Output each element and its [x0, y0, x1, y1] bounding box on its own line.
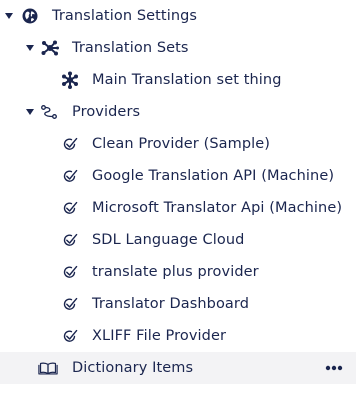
book-icon — [38, 352, 58, 384]
check-icon — [60, 192, 80, 224]
tree-item-translation-settings[interactable]: Translation Settings — [0, 0, 356, 32]
tree-item-main-translation-set[interactable]: Main Translation set thing — [0, 64, 356, 96]
tree-item-provider[interactable]: Translator Dashboard — [0, 288, 356, 320]
tree-item-provider[interactable]: Clean Provider (Sample) — [0, 128, 356, 160]
tree-item-provider[interactable]: Google Translation API (Machine) — [0, 160, 356, 192]
tree-item-providers[interactable]: Providers — [0, 96, 356, 128]
check-icon — [60, 224, 80, 256]
tree-item-label: Dictionary Items — [72, 360, 194, 376]
caret-down-icon[interactable] — [4, 0, 14, 32]
caret-down-icon[interactable] — [25, 96, 35, 128]
globe-icon — [20, 0, 40, 32]
tree-item-translation-sets[interactable]: Translation Sets — [0, 32, 356, 64]
tree-item-provider[interactable]: translate plus provider — [0, 256, 356, 288]
tree-item-provider[interactable]: SDL Language Cloud — [0, 224, 356, 256]
tree-item-label: Translator Dashboard — [92, 296, 250, 312]
translation-settings-tree: Translation Settings Translation Sets Ma… — [0, 0, 356, 399]
tree-item-provider[interactable]: XLIFF File Provider — [0, 320, 356, 352]
check-icon — [60, 128, 80, 160]
tree-item-label: Providers — [72, 104, 141, 120]
tree-item-provider[interactable]: Microsoft Translator Api (Machine) — [0, 192, 356, 224]
tree-item-label: Microsoft Translator Api (Machine) — [92, 200, 343, 216]
check-icon — [60, 288, 80, 320]
tree-item-label: translate plus provider — [92, 264, 259, 280]
check-icon — [60, 160, 80, 192]
caret-down-icon[interactable] — [25, 32, 35, 64]
tree-item-label: Google Translation API (Machine) — [92, 168, 335, 184]
network-icon — [40, 32, 60, 64]
network-icon — [60, 64, 80, 96]
tree-item-dictionary-items[interactable]: Dictionary Items — [0, 352, 356, 384]
tree-item-label: Main Translation set thing — [92, 72, 282, 88]
tree-item-label: Translation Settings — [52, 8, 198, 24]
path-icon — [39, 96, 59, 128]
tree-item-label: Translation Sets — [72, 40, 189, 56]
check-icon — [60, 320, 80, 352]
more-icon[interactable] — [322, 352, 346, 384]
tree-item-label: XLIFF File Provider — [92, 328, 227, 344]
tree-item-label: Clean Provider (Sample) — [92, 136, 271, 152]
tree-item-label: SDL Language Cloud — [92, 232, 245, 248]
check-icon — [60, 256, 80, 288]
